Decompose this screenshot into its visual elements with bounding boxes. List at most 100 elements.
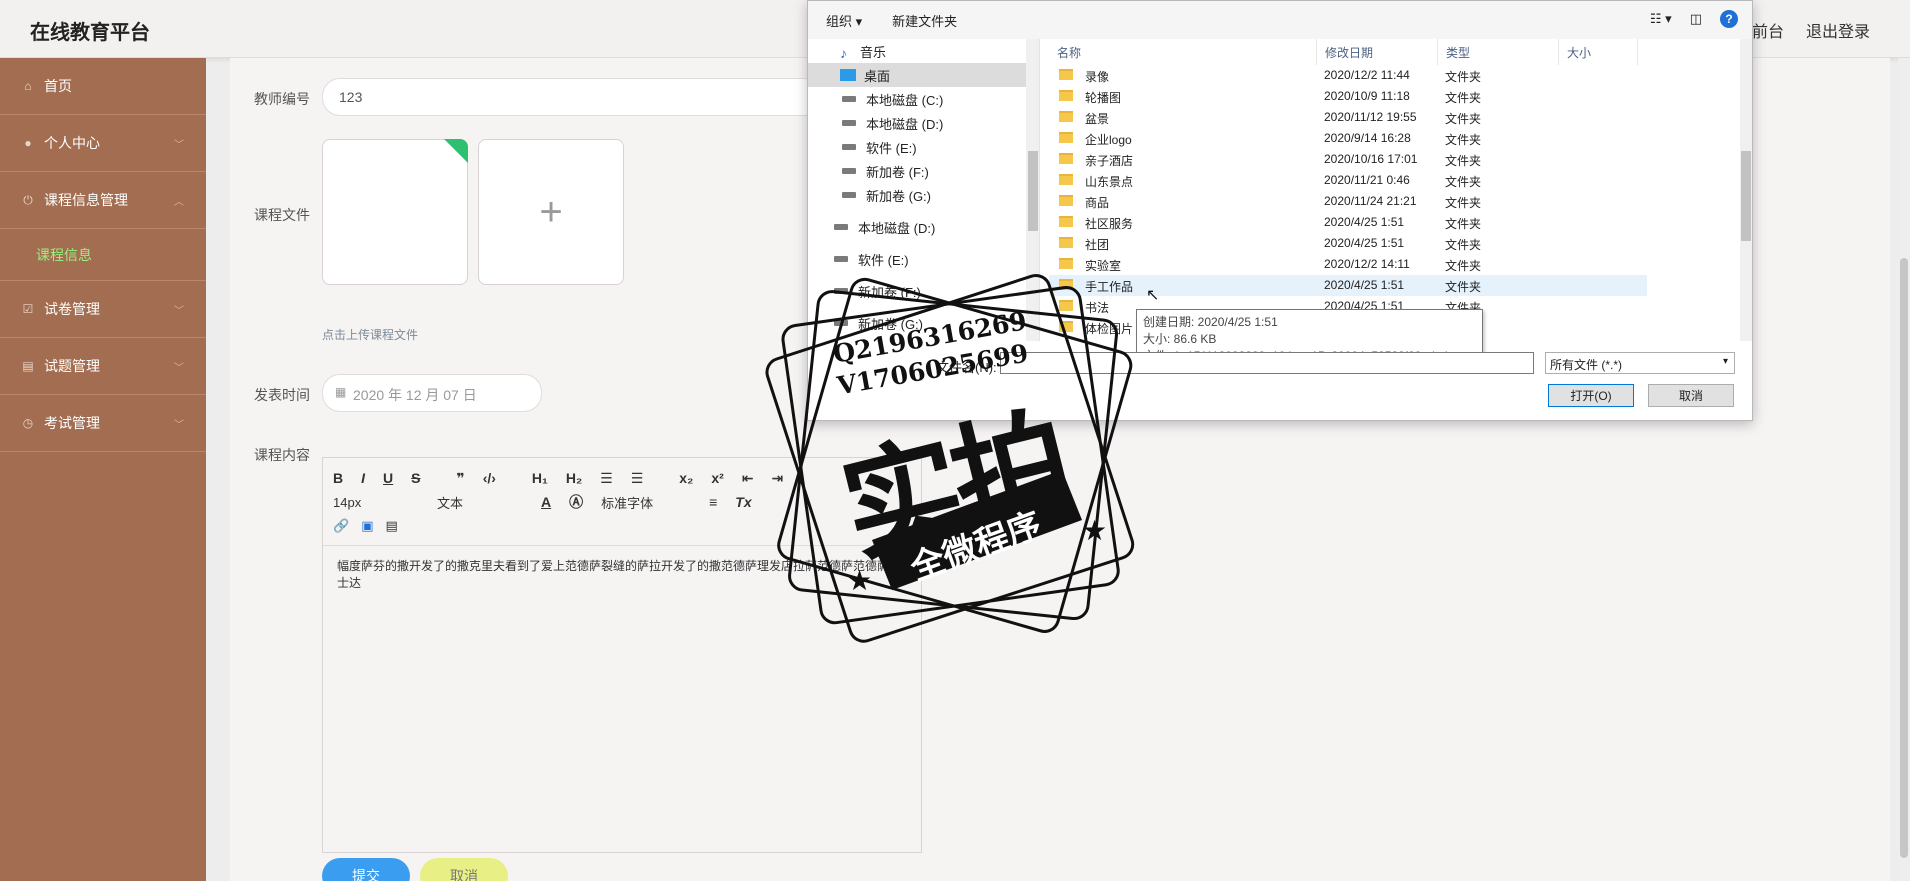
image-icon[interactable]: ▣ [361,518,373,534]
music-icon: ♪ [840,45,847,61]
align-button[interactable]: ≡ [709,494,717,510]
nav-label: 新加卷 (F:) [866,164,929,180]
dialog-cancel-button[interactable]: 取消 [1648,384,1734,407]
course-content-label: 课程内容 [254,447,310,463]
column-date[interactable]: 修改日期 [1317,39,1438,65]
ordered-list-button[interactable]: ☰ [600,470,613,487]
editor-content[interactable]: 幅度萨芬的撒开发了的撒克里夫看到了爱上范德萨裂缝的萨拉开发了的撒范德萨理发店拉萨… [323,546,921,604]
quote-button[interactable]: ❞ [456,470,464,487]
file-row[interactable]: 商品 2020/11/24 21:21 文件夹 [1049,191,1647,212]
strike-button[interactable]: S [411,470,420,486]
video-icon[interactable]: ▤ [385,518,397,534]
underline-button[interactable]: U [383,470,393,486]
file-row[interactable]: 企业logo 2020/9/14 16:28 文件夹 [1049,128,1647,149]
sidebar-item-exam-management[interactable]: ◷ 考试管理 ﹀ [0,395,206,452]
uploaded-file-card[interactable] [322,139,468,285]
drive-icon [834,320,848,326]
bullet-list-button[interactable]: ☰ [631,470,644,487]
file-row[interactable]: 社区服务 2020/4/25 1:51 文件夹 [1049,212,1647,233]
sidebar-item-paper-management[interactable]: ☑ 试卷管理 ﹀ [0,281,206,338]
sidebar-item-label: 首页 [44,78,72,94]
open-button[interactable]: 打开(O) [1548,384,1634,407]
sidebar-item-course-management[interactable]: ⏻ 课程信息管理 ︿ [0,172,206,229]
font-color-button[interactable]: A [541,494,551,510]
page-scrollbar[interactable] [1898,58,1910,881]
nav-item-net-drive-d[interactable]: 本地磁盘 (D:) [808,215,1039,239]
frontend-link[interactable]: 前台 [1752,18,1784,42]
nav-item-drive-f[interactable]: 新加卷 (F:) [808,159,1039,183]
scrollbar-thumb[interactable] [1028,151,1038,231]
indent-button[interactable]: ⇥ [772,470,784,487]
font-size-select[interactable]: 14px [333,495,419,510]
new-folder-button[interactable]: 新建文件夹 [892,11,957,30]
link-icon[interactable]: 🔗 [333,518,349,534]
nav-item-net-drive-e[interactable]: 软件 (E:) [808,247,1039,271]
preview-pane-icon[interactable]: ◫ [1690,11,1702,27]
rich-text-editor[interactable]: B I U S ❞ ‹/› H₁ H₂ ☰ ☰ x₂ x² ⇤ ⇥ 14px 文… [322,457,922,853]
bold-button[interactable]: B [333,470,343,486]
superscript-button[interactable]: x² [711,470,723,486]
nav-item-drive-d[interactable]: 本地磁盘 (D:) [808,111,1039,135]
sidebar-item-home[interactable]: ⌂ 首页 [0,58,206,115]
scrollbar-thumb[interactable] [1741,151,1751,241]
nav-item-net-drive-f[interactable]: 新加卷 (F:) [808,279,1039,303]
file-row[interactable]: 山东景点 2020/11/21 0:46 文件夹 [1049,170,1647,191]
scrollbar-thumb[interactable] [1900,258,1908,858]
file-type-filter[interactable]: 所有文件 (*.*) ▾ [1545,352,1735,374]
nav-item-desktop[interactable]: 桌面 [808,63,1039,87]
nav-item-drive-g[interactable]: 新加卷 (G:) [808,183,1039,207]
file-row[interactable]: 盆景 2020/11/12 19:55 文件夹 [1049,107,1647,128]
file-name: 企业logo [1085,133,1132,147]
nav-label: 音乐 [860,44,887,60]
nav-item-drive-c[interactable]: 本地磁盘 (C:) [808,87,1039,111]
column-type[interactable]: 类型 [1438,39,1559,65]
publish-date-input[interactable]: ▦ 2020 年 12 月 07 日 [322,374,542,412]
file-row[interactable]: 录像 2020/12/2 11:44 文件夹 [1049,65,1647,86]
subscript-button[interactable]: x₂ [679,470,693,486]
outdent-button[interactable]: ⇤ [742,470,754,487]
nav-label: 新加卷 (G:) [858,316,923,332]
file-name: 盆景 [1085,112,1110,126]
nav-item-music[interactable]: ♪ 音乐 [808,39,1039,63]
organize-button[interactable]: 组织 ▾ [826,11,862,30]
folder-icon [1059,153,1073,164]
folder-icon [1059,90,1073,101]
nav-item-drive-e[interactable]: 软件 (E:) [808,135,1039,159]
file-type: 文件夹 [1445,133,1482,147]
file-row[interactable]: 亲子酒店 2020/10/16 17:01 文件夹 [1049,149,1647,170]
h1-button[interactable]: H₁ [532,470,548,486]
view-options-icon[interactable]: ☷ ▾ [1650,11,1672,27]
file-row[interactable]: 实验室 2020/12/2 14:11 文件夹 [1049,254,1647,275]
sidebar-item-label: 个人中心 [44,135,100,151]
file-row[interactable]: 社团 2020/4/25 1:51 文件夹 [1049,233,1647,254]
cancel-button[interactable]: 取消 [420,858,508,881]
h2-button[interactable]: H₂ [566,470,582,486]
file-row[interactable]: 轮播图 2020/10/9 11:18 文件夹 [1049,86,1647,107]
plus-icon: + [539,189,563,234]
file-row[interactable]: 手工作品 2020/4/25 1:51 文件夹 [1049,275,1647,296]
background-color-button[interactable]: Ⓐ [569,492,583,512]
submit-button[interactable]: 提交 [322,858,410,881]
nav-item-net-drive-g[interactable]: 新加卷 (G:) [808,311,1039,335]
add-file-button[interactable]: + [478,139,624,285]
chevron-down-icon: ▾ [1722,356,1728,367]
sidebar-item-question-management[interactable]: ▤ 试题管理 ﹀ [0,338,206,395]
format-select[interactable]: 文本 [437,493,523,512]
column-size[interactable]: 大小 [1559,39,1638,65]
calendar-icon: ▦ [335,385,347,399]
sidebar-subitem-course-info[interactable]: 课程信息 [0,229,206,281]
teacher-id-input[interactable]: 123 [322,78,822,116]
sidebar-item-label: 考试管理 [44,415,100,431]
nav-scrollbar[interactable] [1026,39,1039,341]
drive-icon [842,144,856,150]
filename-input[interactable] [1000,352,1534,374]
logout-link[interactable]: 退出登录 [1806,18,1870,42]
file-scrollbar[interactable] [1740,39,1752,341]
column-name[interactable]: 名称 [1049,39,1317,65]
italic-button[interactable]: I [361,470,365,486]
sidebar-item-profile[interactable]: ● 个人中心 ﹀ [0,115,206,172]
font-family-select[interactable]: 标准字体 [601,493,691,512]
help-icon[interactable]: ? [1720,10,1738,28]
clear-format-button[interactable]: Tx [735,494,751,510]
code-button[interactable]: ‹/› [483,470,496,486]
